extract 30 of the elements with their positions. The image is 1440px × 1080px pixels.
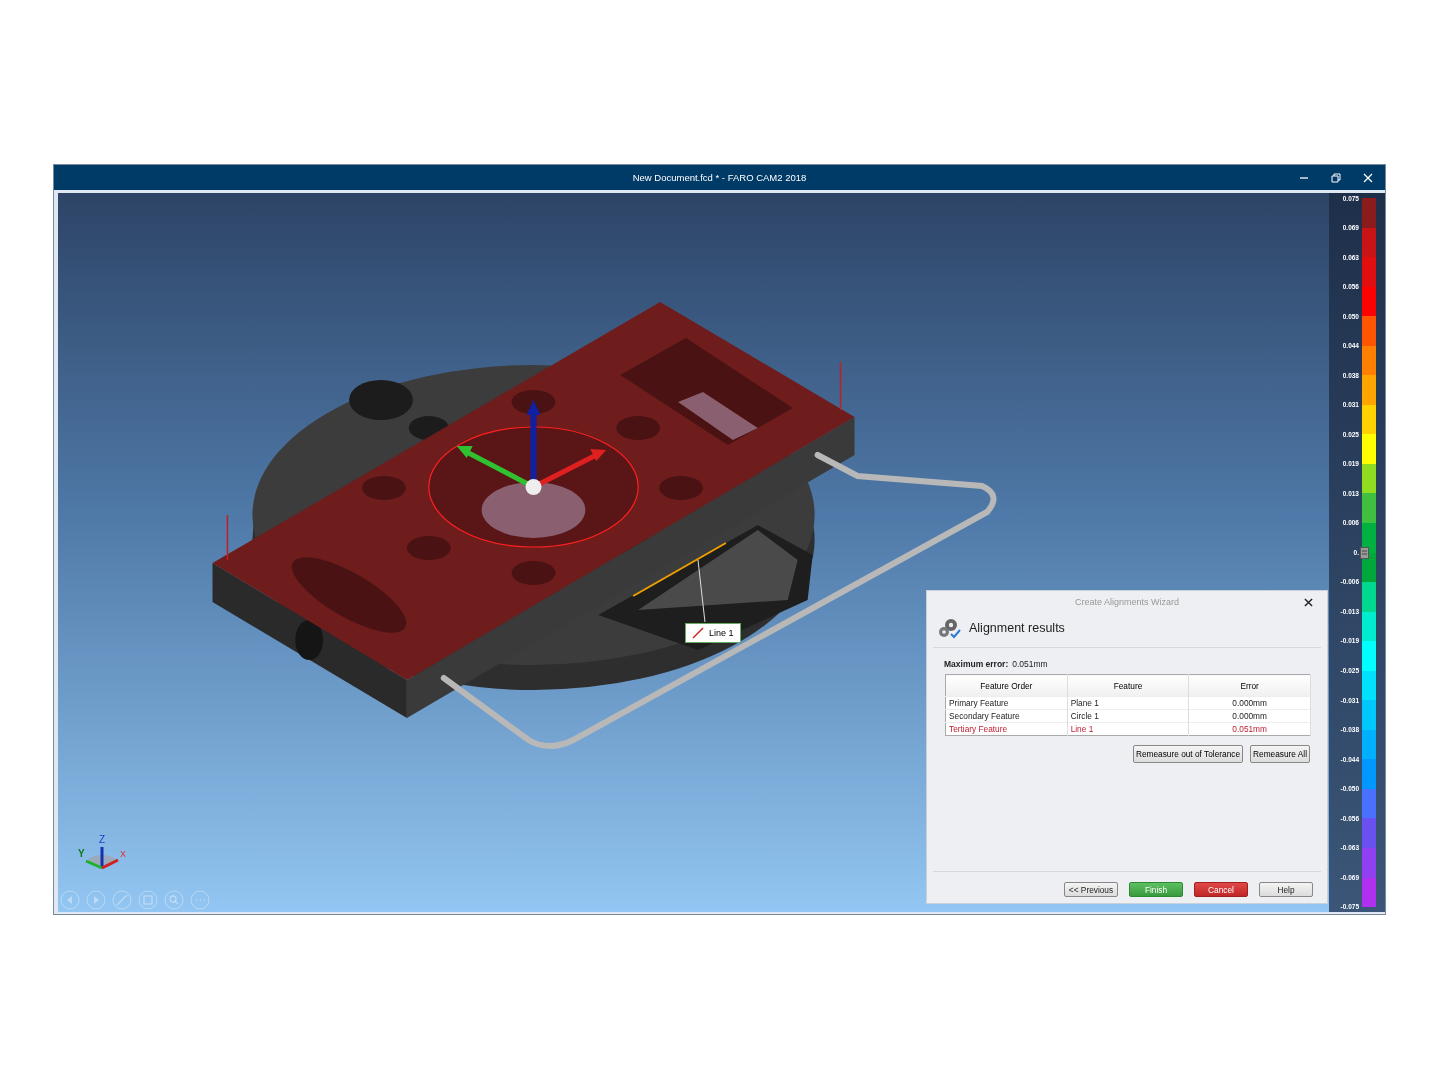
table-cell: Plane 1 (1067, 696, 1189, 710)
restore-icon[interactable] (1331, 173, 1341, 183)
table-cell: 0.000mm (1188, 696, 1311, 710)
column-header: Error (1188, 674, 1311, 697)
column-header: Feature (1067, 674, 1189, 697)
slider-handle-icon[interactable] (1360, 546, 1369, 559)
remeasure-button[interactable]: Remeasure out of Tolerance (1132, 745, 1244, 763)
max-error-label: Maximum error: (944, 659, 1009, 669)
3d-viewport[interactable] (58, 193, 1329, 912)
window-title: New Document.fcd * - FARO CAM2 2018 (632, 172, 807, 183)
table-cell: Line 1 (1067, 722, 1189, 736)
table-cell: Secondary Feature (945, 709, 1068, 723)
wizard-button[interactable]: << Previous (1064, 882, 1118, 897)
wizard-button[interactable]: Help (1259, 882, 1313, 897)
feature-label-text: Line 1 (709, 628, 734, 638)
table-cell: 0.051mm (1188, 722, 1311, 736)
feature-label[interactable]: Line 1 (685, 623, 741, 643)
wizard-button[interactable]: Cancel (1194, 882, 1248, 897)
table-cell: Circle 1 (1067, 709, 1189, 723)
max-error-value: 0.051mm (1012, 659, 1048, 669)
remeasure-button[interactable]: Remeasure All (1250, 745, 1310, 763)
line-icon (692, 627, 704, 639)
dialog-heading: Alignment results (969, 621, 1065, 635)
table-cell: Primary Feature (945, 696, 1068, 710)
dialog-title: Create Alignments Wizard (1074, 597, 1179, 607)
table-cell: 0.000mm (1188, 709, 1311, 723)
gears-icon (937, 617, 961, 639)
close-icon[interactable] (1304, 598, 1313, 607)
column-header: Feature Order (945, 674, 1068, 697)
table-cell: Tertiary Feature (945, 722, 1068, 736)
